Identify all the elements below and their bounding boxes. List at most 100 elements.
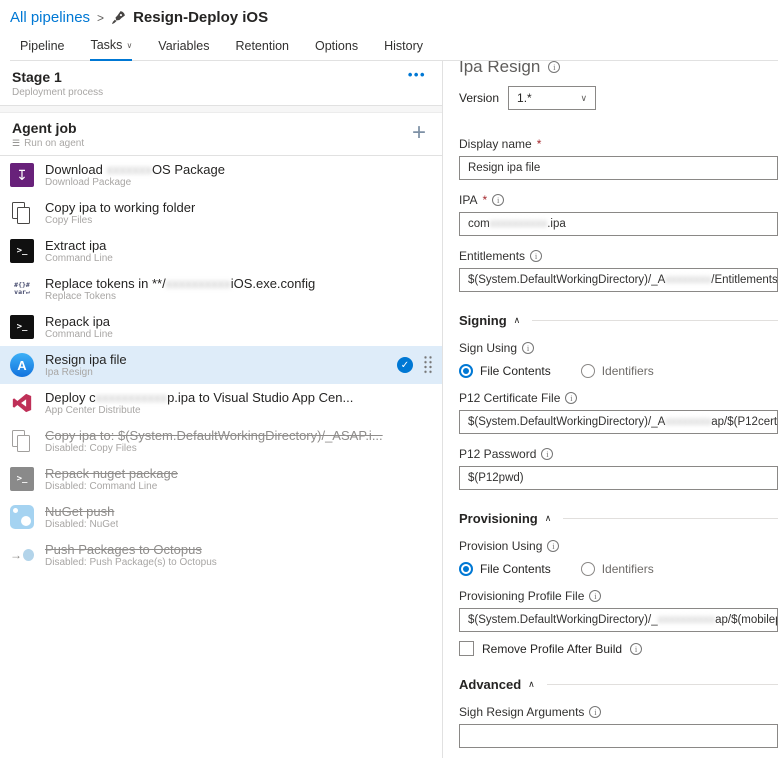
- info-icon[interactable]: i: [492, 194, 505, 206]
- field-label: P12 Password: [459, 447, 537, 461]
- copy-files-icon: [10, 201, 34, 225]
- field-provisioning-profile: Provisioning Profile File i $(System.Def…: [459, 589, 778, 632]
- chevron-up-icon: ∧: [544, 513, 552, 523]
- task-row[interactable]: >_ Repack nuget package Disabled: Command …: [0, 460, 442, 498]
- radio-identifiers[interactable]: Identifiers: [580, 364, 654, 378]
- tab-retention[interactable]: Retention: [235, 38, 289, 60]
- sigh-args-input[interactable]: [459, 724, 778, 748]
- field-provision-using: Provision Using i File Contents Identifi…: [459, 539, 778, 576]
- info-icon[interactable]: i: [541, 448, 554, 460]
- task-title: Copy ipa to working folder: [45, 199, 196, 215]
- tab-history[interactable]: History: [384, 38, 423, 60]
- task-subtitle: Command Line: [45, 252, 113, 264]
- task-row[interactable]: → Push Packages to Octopus Disabled: Push …: [0, 536, 442, 574]
- task-subtitle: Copy Files: [45, 214, 93, 226]
- radio-dot: [580, 562, 595, 576]
- info-icon[interactable]: i: [589, 590, 602, 602]
- chevron-down-icon: ∨: [580, 92, 588, 103]
- task-row[interactable]: Copy ipa to: $(System.DefaultWorkingDire…: [0, 422, 442, 460]
- stage-header[interactable]: Stage 1 Deployment process •••: [0, 61, 442, 106]
- stage-subtitle: Deployment process: [12, 87, 104, 98]
- field-label: Provision Using: [459, 539, 543, 553]
- info-icon[interactable]: i: [547, 540, 560, 552]
- field-label: Sign Using: [459, 341, 518, 355]
- info-icon[interactable]: i: [630, 642, 643, 655]
- radio-identifiers[interactable]: Identifiers: [580, 562, 654, 576]
- field-entitlements: Entitlements i $(System.DefaultWorkingDi…: [459, 249, 778, 292]
- section-advanced[interactable]: Advanced ∧: [459, 677, 778, 692]
- p12-cert-input[interactable]: $(System.DefaultWorkingDirectory)/_A xxxx…: [459, 410, 778, 434]
- info-icon[interactable]: i: [548, 61, 561, 73]
- task-row[interactable]: #{}# var↵ Replace tokens in **/xxxxxxxxxxi…: [0, 270, 442, 308]
- field-label: P12 Certificate File: [459, 391, 561, 405]
- stage-more-button[interactable]: •••: [408, 67, 426, 82]
- task-list: ↧ Download xxxxxxxOS Package Download Pack…: [0, 156, 442, 574]
- task-row[interactable]: Deploy cxxxxxxxxxxxp.ipa to Visual Studi…: [0, 384, 442, 422]
- section-rule: [563, 518, 778, 519]
- chevron-up-icon: ∧: [528, 679, 535, 689]
- task-subtitle: Ipa Resign: [45, 366, 93, 378]
- drag-handle[interactable]: [423, 355, 434, 375]
- breadcrumb-separator: >: [97, 10, 105, 25]
- field-label: Entitlements: [459, 249, 526, 263]
- task-subtitle: Disabled: Push Package(s) to Octopus: [45, 556, 217, 568]
- chevron-down-icon: ∨: [126, 40, 133, 50]
- agent-job-header[interactable]: Agent job ☰ Run on agent +: [0, 113, 442, 156]
- tab-options[interactable]: Options: [315, 38, 358, 60]
- add-task-button[interactable]: +: [412, 121, 426, 145]
- command-line-icon: >_: [10, 467, 34, 491]
- task-row[interactable]: Copy ipa to working folder Copy Files: [0, 194, 442, 232]
- page-title: Resign-Deploy iOS: [133, 9, 269, 26]
- display-name-input[interactable]: Resign ipa file: [459, 156, 778, 180]
- section-signing[interactable]: Signing ∧: [459, 313, 778, 328]
- radio-file-contents[interactable]: File Contents: [459, 562, 551, 576]
- task-title: Resign ipa file: [45, 351, 127, 367]
- field-label: Display name: [459, 137, 532, 151]
- download-package-icon: ↧: [10, 163, 34, 187]
- ipa-input[interactable]: com xxxxxxxxxx .ipa: [459, 212, 778, 236]
- version-select[interactable]: 1.* ∨: [508, 86, 597, 110]
- task-title: Extract ipa: [45, 237, 107, 253]
- radio-dot: [459, 562, 473, 576]
- app-center-icon: [10, 391, 34, 415]
- info-icon[interactable]: i: [522, 342, 535, 354]
- section-rule: [546, 684, 778, 685]
- provisioning-profile-input[interactable]: $(System.DefaultWorkingDirectory)/_ xxxxx…: [459, 608, 778, 632]
- command-line-icon: >_: [10, 239, 34, 263]
- task-row[interactable]: >_ Extract ipa Command Line: [0, 232, 442, 270]
- section-provisioning[interactable]: Provisioning ∧: [459, 511, 778, 526]
- task-row[interactable]: ↧ Download xxxxxxxOS Package Download Pack…: [0, 156, 442, 194]
- octopus-icon: →: [10, 543, 34, 567]
- p12-password-input[interactable]: $(P12pwd): [459, 466, 778, 490]
- tab-pipeline[interactable]: Pipeline: [20, 38, 64, 60]
- field-p12-password: P12 Password i $(P12pwd): [459, 447, 778, 490]
- field-label: IPA: [459, 193, 478, 207]
- info-icon[interactable]: i: [589, 706, 602, 718]
- agent-job-title: Agent job: [12, 120, 77, 136]
- task-subtitle: Disabled: NuGet: [45, 518, 119, 530]
- task-title: Push Packages to Octopus: [45, 541, 202, 557]
- agent-job-subtitle: ☰ Run on agent: [12, 138, 85, 149]
- task-row[interactable]: A Resign ipa file Ipa Resign ✓: [0, 346, 442, 384]
- tab-tasks[interactable]: Tasks ∨: [90, 38, 133, 61]
- entitlements-input[interactable]: $(System.DefaultWorkingDirectory)/_A xxxx…: [459, 268, 778, 292]
- breadcrumb-all-pipelines-link[interactable]: All pipelines: [10, 9, 90, 26]
- remove-profile-checkbox[interactable]: [459, 641, 474, 656]
- field-p12-cert: P12 Certificate File i $(System.DefaultW…: [459, 391, 778, 434]
- task-title: Deploy cxxxxxxxxxxxp.ipa to Visual Studi…: [45, 389, 354, 405]
- section-rule: [532, 320, 778, 321]
- task-list-panel: Stage 1 Deployment process ••• Agent job…: [0, 61, 443, 758]
- task-subtitle: Disabled: Copy Files: [45, 442, 137, 454]
- field-display-name: Display name * Resign ipa file: [459, 137, 778, 180]
- top-bar: All pipelines > Resign-Deploy iOS Pipeli…: [0, 0, 778, 61]
- tab-variables[interactable]: Variables: [158, 38, 209, 60]
- task-row[interactable]: >_ Repack ipa Command Line: [0, 308, 442, 346]
- breadcrumb: All pipelines > Resign-Deploy iOS: [10, 9, 778, 26]
- remove-profile-checkbox-row[interactable]: Remove Profile After Build i: [459, 641, 778, 656]
- panel-header: Ipa Resign i: [459, 61, 778, 77]
- info-icon[interactable]: i: [565, 392, 578, 404]
- radio-file-contents[interactable]: File Contents: [459, 364, 551, 378]
- task-title: Download xxxxxxxOS Package: [45, 161, 225, 177]
- task-row[interactable]: NuGet push Disabled: NuGet: [0, 498, 442, 536]
- info-icon[interactable]: i: [530, 250, 543, 262]
